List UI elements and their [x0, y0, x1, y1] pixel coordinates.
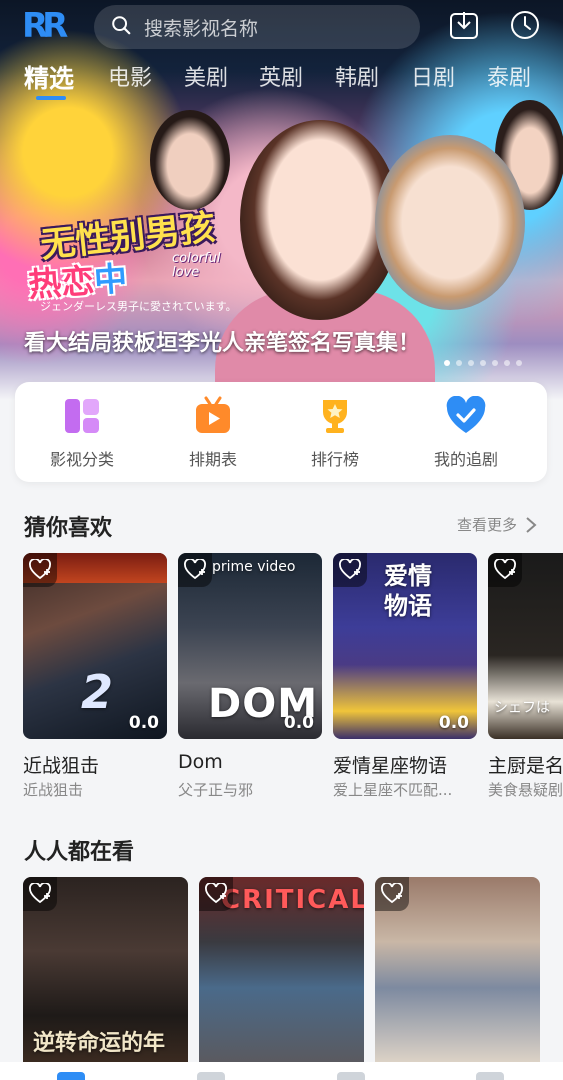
- tab-japanese-series[interactable]: 日剧: [411, 56, 455, 102]
- search-placeholder: 搜索影视名称: [144, 17, 259, 40]
- tab-featured[interactable]: 精选: [24, 56, 74, 102]
- rating-score: 0.0: [283, 713, 314, 733]
- category-icon: [62, 396, 102, 436]
- heart-add-icon: [29, 559, 51, 580]
- banner-dot[interactable]: [456, 360, 462, 366]
- card-title: Dom: [178, 751, 223, 773]
- card-subtitle: 美食悬疑剧: [488, 781, 563, 799]
- rating-score: 0.0: [128, 713, 159, 733]
- banner-dot[interactable]: [444, 360, 450, 366]
- poster-brand: prime video: [212, 559, 296, 575]
- banner-dot[interactable]: [504, 360, 510, 366]
- heart-badge-icon: [446, 395, 486, 436]
- heart-add-icon: [339, 559, 361, 580]
- heart-add-icon: [205, 883, 227, 904]
- favorite-button[interactable]: [375, 877, 409, 911]
- banner-dot[interactable]: [492, 360, 498, 366]
- favorite-button[interactable]: [333, 553, 367, 587]
- banner-character: [150, 110, 230, 210]
- banner-character: [375, 135, 525, 310]
- heart-add-icon: [29, 883, 51, 904]
- banner-pagination[interactable]: [444, 360, 522, 366]
- card-title: 近战狙击: [23, 755, 100, 777]
- media-card[interactable]: 逆转命运的年: [23, 877, 188, 1062]
- heart-add-icon: [494, 559, 516, 580]
- tab-video[interactable]: [197, 1072, 225, 1080]
- favorite-button[interactable]: [23, 553, 57, 587]
- chevron-right-icon: [526, 516, 537, 533]
- clock-icon[interactable]: [508, 8, 542, 42]
- download-icon[interactable]: [447, 8, 481, 42]
- category-label: 影视分类: [49, 450, 114, 469]
- poster-text: 逆转命运的年: [33, 1031, 166, 1056]
- poster-text: 爱情 物语: [384, 562, 432, 620]
- rating-score: 0.0: [438, 713, 469, 733]
- media-card[interactable]: シェフは 主厨是名 美食悬疑剧: [488, 553, 563, 803]
- schedule-button[interactable]: 排期表: [163, 396, 263, 470]
- section-title-guess: 猜你喜欢: [24, 516, 113, 541]
- tab-profile[interactable]: [476, 1072, 504, 1080]
- card-title: 爱情星座物语: [333, 755, 448, 777]
- banner-dot[interactable]: [516, 360, 522, 366]
- card-subtitle: 父子正与邪: [178, 781, 254, 799]
- favorite-button[interactable]: [199, 877, 233, 911]
- banner-dot[interactable]: [480, 360, 486, 366]
- my-follows-button[interactable]: 我的追剧: [416, 395, 516, 470]
- card-subtitle: 爱上星座不匹配...: [333, 781, 453, 799]
- my-follows-label: 我的追剧: [433, 450, 498, 469]
- favorite-button[interactable]: [23, 877, 57, 911]
- heart-add-icon: [381, 883, 403, 904]
- banner-english-tag: colorful love: [172, 251, 221, 280]
- card-title: 主厨是名: [488, 755, 563, 777]
- ranking-label: 排行榜: [310, 450, 359, 469]
- heart-add-icon: [184, 559, 206, 580]
- category-tabs: 精选 电影 美剧 英剧 韩剧 日剧 泰剧: [0, 56, 563, 104]
- search-input[interactable]: 搜索影视名称: [94, 5, 420, 49]
- see-more-label: 查看更多: [456, 516, 517, 534]
- media-card[interactable]: CRITICAL: [199, 877, 364, 1062]
- favorite-button[interactable]: [488, 553, 522, 587]
- card-subtitle: 近战狙击: [23, 781, 84, 799]
- tab-movies[interactable]: 电影: [108, 56, 152, 102]
- search-icon: [110, 14, 132, 40]
- favorite-button[interactable]: [178, 553, 212, 587]
- poster-text: シェフは: [494, 700, 550, 716]
- banner-caption: 看大结局获板垣李光人亲笔签名写真集！: [24, 331, 421, 356]
- see-more-link[interactable]: 查看更多: [457, 514, 537, 535]
- tab-home[interactable]: [57, 1072, 85, 1080]
- poster-text: CRITICAL: [221, 885, 364, 915]
- media-card[interactable]: [375, 877, 540, 1062]
- tab-uk-series[interactable]: 英剧: [259, 56, 303, 102]
- tab-community[interactable]: [337, 1072, 365, 1080]
- media-card[interactable]: prime video DOM 0.0 Dom 父子正与邪: [178, 553, 322, 803]
- media-card[interactable]: 爱情 物语 0.0 爱情星座物语 爱上星座不匹配...: [333, 553, 477, 803]
- app-logo: RR: [22, 6, 68, 46]
- category-button[interactable]: 影视分类: [32, 396, 132, 470]
- ranking-button[interactable]: 排行榜: [285, 396, 385, 470]
- banner-dot[interactable]: [468, 360, 474, 366]
- media-card[interactable]: 2 0.0 近战狙击 近战狙击: [23, 553, 167, 803]
- tab-thai-series[interactable]: 泰剧: [487, 56, 531, 102]
- tab-korean-series[interactable]: 韩剧: [335, 56, 379, 102]
- bottom-tab-bar: [0, 1062, 563, 1080]
- quick-actions: 影视分类 排期表 排行榜 我的追剧: [15, 382, 547, 482]
- poster-text: 2: [81, 665, 114, 719]
- trophy-icon: [315, 396, 355, 436]
- section-title-watching: 人人都在看: [24, 840, 135, 865]
- schedule-tv-icon: [193, 396, 233, 436]
- schedule-label: 排期表: [188, 450, 237, 469]
- banner-japanese-tag: ジェンダーレス男子に愛されています。: [40, 300, 237, 313]
- tab-us-series[interactable]: 美剧: [184, 56, 228, 102]
